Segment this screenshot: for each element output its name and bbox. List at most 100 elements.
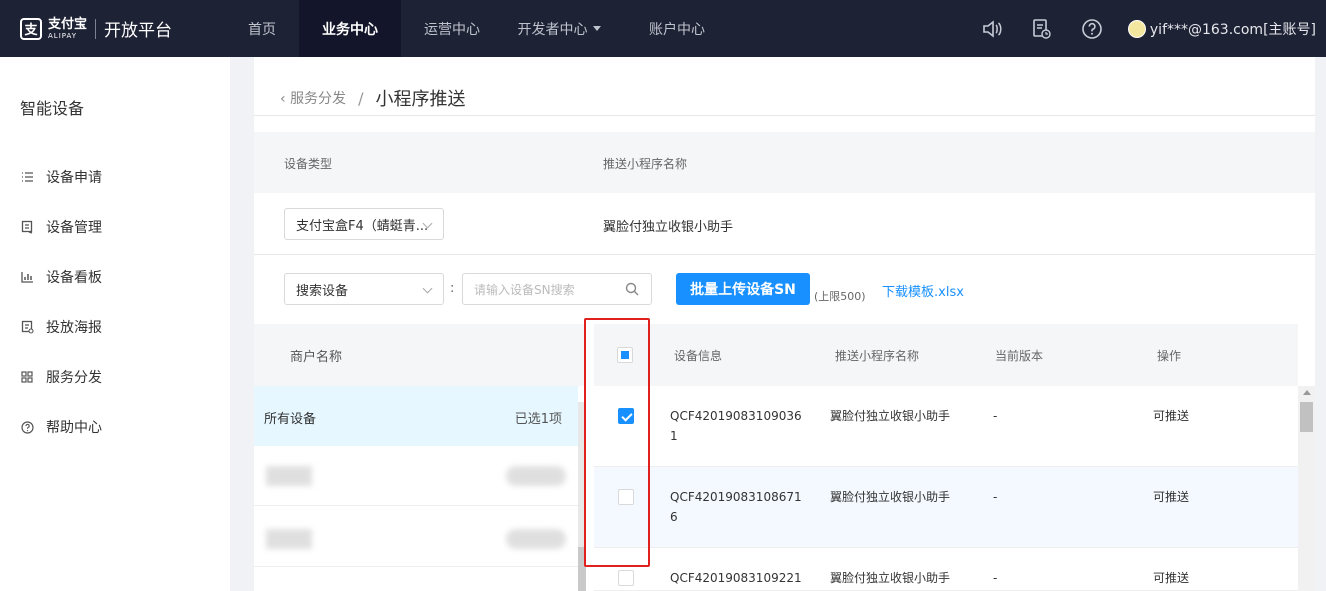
top-navigation-bar: 支 支付宝 ALIPAY 开放平台 首页 业务中心 运营中心 开发者中心 账户中…: [0, 0, 1326, 57]
current-version: -: [993, 571, 998, 585]
all-devices-label: 所有设备: [264, 412, 317, 427]
sidebar-item-device-board[interactable]: 设备看板: [20, 267, 102, 287]
chevron-down-icon: [422, 283, 433, 294]
speaker-icon[interactable]: [978, 15, 1006, 43]
list-icon: [20, 170, 34, 184]
push-app-name-column-label: 推送小程序名称: [603, 157, 688, 171]
current-version-header: 当前版本: [995, 349, 1044, 363]
sidebar-item-label: 设备申请: [46, 170, 102, 186]
device-table-scrollbar-thumb[interactable]: [1300, 402, 1313, 432]
download-template-link[interactable]: 下载模板.xlsx: [882, 281, 964, 300]
breadcrumb-back-link[interactable]: ‹ 服务分发: [280, 88, 346, 108]
blurred-merchant-name: [266, 529, 312, 549]
device-sn: QCF42019083108671 6: [670, 490, 802, 524]
table-row[interactable]: QCF42019083109036 1 翼脸付独立收银小助手 - 可推送: [594, 386, 1298, 467]
sidebar-item-label: 服务分发: [46, 370, 102, 386]
sidebar-item-label: 设备管理: [46, 220, 102, 236]
poster-icon: [20, 320, 34, 334]
push-app-header: 推送小程序名称: [835, 349, 920, 363]
platform-name: 开放平台: [104, 21, 173, 41]
nav-developer-center-label: 开发者中心: [517, 21, 588, 38]
sidebar-item-device-apply[interactable]: 设备申请: [20, 167, 102, 187]
blurred-merchant-count: [506, 466, 566, 486]
divider: [254, 115, 1315, 116]
push-app-name: 翼脸付独立收银小助手: [603, 220, 734, 235]
device-type-select[interactable]: 支付宝盒F4（蜻蜓青...: [284, 208, 444, 240]
device-type-header: 设备类型 推送小程序名称: [254, 132, 1315, 193]
bar-chart-icon: [20, 270, 34, 284]
chevron-left-icon: ‹: [280, 91, 291, 107]
device-type-row: 支付宝盒F4（蜻蜓青... 翼脸付独立收银小助手: [254, 193, 1315, 255]
device-table-header: 设备信息 推送小程序名称 当前版本 操作: [594, 324, 1298, 386]
device-type-select-value: 支付宝盒F4（蜻蜓青...: [296, 218, 429, 234]
device-manage-icon: [20, 220, 34, 234]
chevron-down-icon: [592, 26, 601, 31]
merchant-list-header: 商户名称: [254, 324, 584, 386]
sidebar-item-label: 帮助中心: [46, 420, 102, 436]
nav-business-center[interactable]: 业务中心: [299, 0, 401, 57]
device-sn: QCF42019083109221: [670, 571, 802, 585]
device-type-column-label: 设备类型: [284, 157, 333, 171]
all-devices-item[interactable]: 所有设备 已选1项: [254, 386, 578, 446]
search-field-select-value: 搜索设备: [296, 283, 349, 299]
help-icon: [20, 420, 34, 434]
alipay-logo-icon: 支: [20, 17, 42, 40]
blurred-merchant-count: [506, 529, 566, 549]
sidebar-title: 智能设备: [20, 99, 85, 118]
device-sn-search-input[interactable]: 请输入设备SN搜索: [462, 273, 652, 305]
sidebar-item-help-center[interactable]: 帮助中心: [20, 417, 102, 437]
alipay-logo[interactable]: 支 支付宝 ALIPAY 开放平台: [0, 0, 230, 57]
push-app-name: 翼脸付独立收银小助手: [830, 409, 951, 423]
current-version: -: [993, 409, 998, 423]
table-row[interactable]: QCF42019083108671 6 翼脸付独立收银小助手 - 可推送: [594, 467, 1298, 548]
breadcrumb: ‹ 服务分发 / 小程序推送: [280, 85, 465, 111]
logo-cn: 支付宝: [48, 16, 88, 32]
breadcrumb-back-label: 服务分发: [290, 91, 347, 107]
row-checkbox[interactable]: [618, 570, 634, 586]
push-action[interactable]: 可推送: [1153, 406, 1189, 426]
merchant-name-header: 商户名称: [290, 350, 343, 365]
document-clock-icon[interactable]: [1028, 15, 1056, 43]
search-placeholder: 请输入设备SN搜索: [474, 282, 575, 297]
blurred-merchant-name: [266, 466, 312, 486]
sidebar: 智能设备 设备申请 设备管理 设备看板 投放海报 服务分发 帮助中心: [0, 57, 230, 591]
device-sn: QCF42019083109036 1: [670, 409, 802, 443]
search-field-select[interactable]: 搜索设备: [284, 273, 444, 305]
help-circle-icon[interactable]: [1078, 15, 1106, 43]
checkbox-column-highlight: [584, 318, 650, 567]
search-icon[interactable]: [625, 282, 639, 299]
batch-upload-sn-button[interactable]: 批量上传设备SN: [676, 273, 810, 305]
selected-count: 已选1项: [514, 412, 562, 427]
account-name: yif***@163.com[主账号]: [1149, 21, 1316, 38]
device-info-header: 设备信息: [674, 349, 723, 363]
grid-icon: [20, 370, 34, 384]
nav-home[interactable]: 首页: [230, 0, 294, 57]
nav-developer-center[interactable]: 开发者中心: [503, 0, 615, 57]
page-title: 小程序推送: [375, 89, 466, 110]
top-right-tools: yif***@163.com[主账号]: [978, 0, 1326, 57]
table-row[interactable]: QCF42019083109221 翼脸付独立收银小助手 - 可推送: [594, 548, 1298, 591]
sidebar-item-label: 投放海报: [46, 320, 102, 336]
nav-account-center[interactable]: 账户中心: [625, 0, 729, 57]
logo-text: 支付宝 ALIPAY: [48, 18, 87, 40]
nav-operations-center[interactable]: 运营中心: [401, 0, 503, 57]
sidebar-item-device-manage[interactable]: 设备管理: [20, 217, 102, 237]
merchant-list-item[interactable]: [254, 507, 578, 567]
logo-en: ALIPAY: [48, 31, 78, 40]
logo-divider: [95, 18, 97, 39]
sidebar-item-label: 设备看板: [46, 270, 102, 286]
push-action[interactable]: 可推送: [1153, 487, 1189, 507]
sidebar-item-poster[interactable]: 投放海报: [20, 317, 102, 337]
merchant-list-item[interactable]: [254, 446, 578, 506]
breadcrumb-separator: /: [358, 88, 364, 108]
account-menu[interactable]: yif***@163.com[主账号]: [1127, 19, 1316, 39]
push-action[interactable]: 可推送: [1153, 568, 1189, 588]
scroll-up-arrow-icon[interactable]: [1303, 390, 1311, 395]
action-header: 操作: [1157, 349, 1182, 363]
main-nav: 首页 业务中心 运营中心 开发者中心 账户中心: [230, 0, 729, 57]
upload-limit-note: (上限500): [814, 290, 866, 303]
push-app-name: 翼脸付独立收银小助手: [830, 490, 951, 504]
avatar: [1127, 19, 1146, 38]
push-app-name: 翼脸付独立收银小助手: [830, 571, 951, 585]
sidebar-item-service-distribution[interactable]: 服务分发: [20, 367, 102, 387]
